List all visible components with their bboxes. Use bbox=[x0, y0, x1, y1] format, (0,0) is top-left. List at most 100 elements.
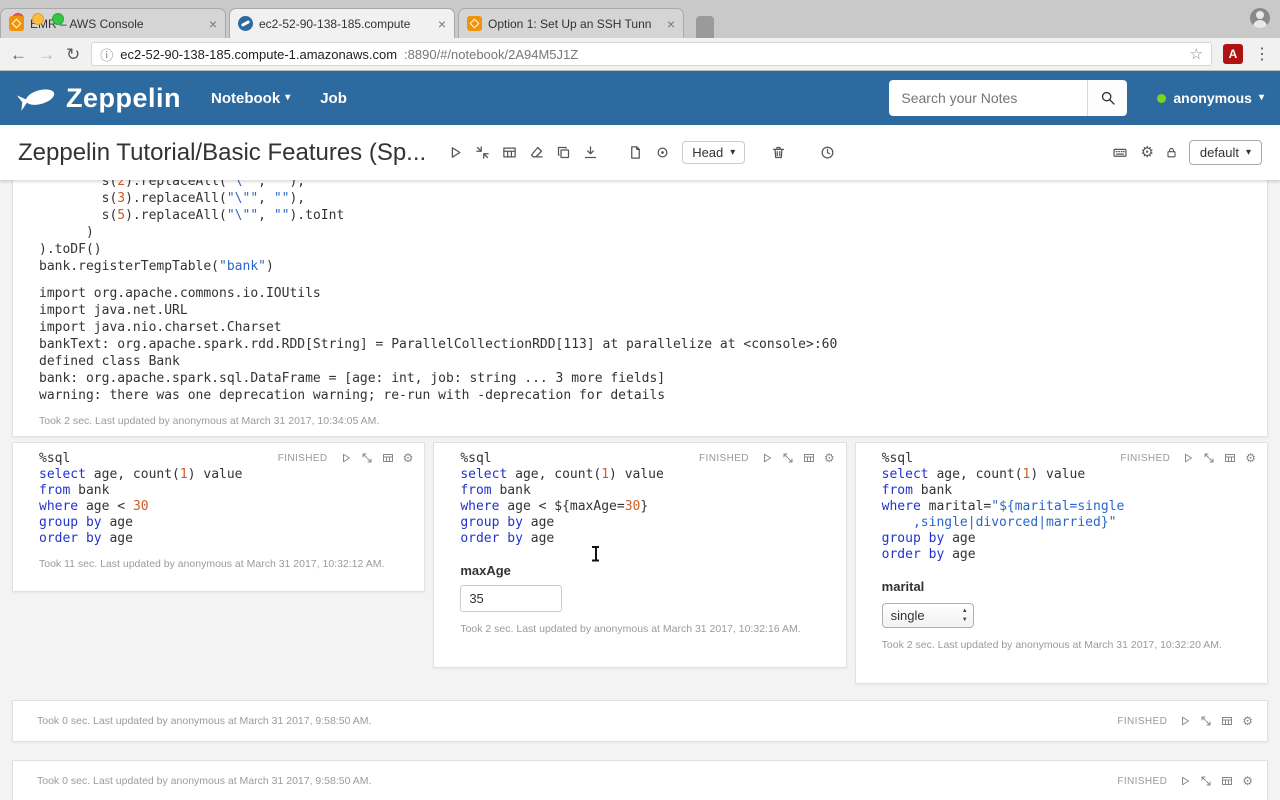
paragraph-sql-age: FINISHED ⚙ %sqlselect age, count(1) valu… bbox=[12, 442, 425, 592]
job-menu[interactable]: Job bbox=[320, 90, 347, 107]
toggle-editor-button[interactable] bbox=[382, 452, 394, 464]
paragraph-controls: FINISHED ⚙ bbox=[1120, 452, 1256, 464]
close-tab-icon[interactable]: × bbox=[667, 17, 675, 31]
note-action-group bbox=[448, 145, 598, 160]
expand-paragraph-button[interactable] bbox=[1200, 715, 1212, 727]
search-icon bbox=[1100, 90, 1116, 106]
new-tab-button[interactable] bbox=[696, 16, 714, 38]
run-paragraph-button[interactable] bbox=[340, 452, 352, 464]
cron-scheduler-button[interactable] bbox=[820, 145, 835, 160]
paragraph-settings-gear-icon[interactable]: ⚙ bbox=[1242, 775, 1253, 787]
toggle-editor-button[interactable] bbox=[1224, 452, 1236, 464]
bookmark-star-icon[interactable]: ☆ bbox=[1190, 45, 1203, 63]
revision-dropdown[interactable]: Head ▾ bbox=[682, 141, 745, 164]
export-note-button[interactable] bbox=[583, 145, 598, 160]
keyboard-shortcuts-button[interactable] bbox=[1111, 145, 1129, 160]
address-bar[interactable]: ⓘ ec2-52-90-138-185.compute-1.amazonaws.… bbox=[91, 42, 1212, 66]
username: anonymous bbox=[1173, 90, 1252, 106]
toggle-editor-button[interactable] bbox=[1221, 715, 1233, 727]
page-info-icon[interactable]: ⓘ bbox=[100, 45, 113, 64]
paragraph-footer: Took 2 sec. Last updated by anonymous at… bbox=[460, 623, 835, 635]
forward-icon[interactable]: → bbox=[38, 46, 55, 63]
display-mode-dropdown[interactable]: default ▾ bbox=[1189, 140, 1262, 165]
zeppelin-logo[interactable]: Zeppelin bbox=[16, 83, 181, 114]
paragraph-editor[interactable]: %sqlselect age, count(1) valuefrom bankw… bbox=[460, 451, 835, 547]
paragraph-settings-gear-icon[interactable]: ⚙ bbox=[1245, 452, 1256, 464]
aws-favicon-icon bbox=[9, 16, 24, 31]
revision-compare-button[interactable] bbox=[655, 145, 670, 160]
tab-title: Option 1: Set Up an SSH Tunn bbox=[488, 17, 661, 31]
move-to-trash-button[interactable] bbox=[771, 145, 786, 160]
browser-tab-zeppelin[interactable]: ec2-52-90-138-185.compute × bbox=[229, 8, 455, 38]
window-zoom-button[interactable] bbox=[52, 13, 64, 25]
aws-favicon-icon bbox=[467, 16, 482, 31]
close-tab-icon[interactable]: × bbox=[438, 17, 446, 31]
window-minimize-button[interactable] bbox=[32, 13, 44, 25]
run-paragraph-button[interactable] bbox=[761, 452, 773, 464]
note-title[interactable]: Zeppelin Tutorial/Basic Features (Sp... bbox=[18, 139, 426, 167]
search-button[interactable] bbox=[1087, 80, 1127, 116]
paragraph-settings-gear-icon[interactable]: ⚙ bbox=[1242, 715, 1253, 727]
run-paragraph-button[interactable] bbox=[1179, 715, 1191, 727]
note-search bbox=[889, 80, 1127, 116]
form-label: maxAge bbox=[460, 563, 835, 578]
clear-output-button[interactable] bbox=[529, 145, 544, 160]
chevron-down-icon: ▾ bbox=[285, 93, 290, 103]
toggle-code-button[interactable] bbox=[475, 145, 490, 160]
paragraph-settings-gear-icon[interactable]: ⚙ bbox=[824, 452, 835, 464]
close-tab-icon[interactable]: × bbox=[209, 17, 217, 31]
maxage-input[interactable] bbox=[460, 585, 562, 612]
paragraph-row: FINISHED ⚙ %sqlselect age, count(1) valu… bbox=[12, 442, 1268, 684]
chevron-down-icon: ▾ bbox=[730, 148, 735, 158]
paragraph-controls: FINISHED ⚙ bbox=[699, 452, 835, 464]
paragraph-controls: FINISHED ⚙ bbox=[1117, 715, 1253, 727]
toggle-output-button[interactable] bbox=[502, 145, 517, 160]
paragraph-editor[interactable]: %sqlselect age, count(1) valuefrom bankw… bbox=[882, 451, 1257, 563]
zeppelin-blimp-icon bbox=[16, 83, 58, 113]
run-paragraph-button[interactable] bbox=[1182, 452, 1194, 464]
user-menu[interactable]: anonymous ▾ bbox=[1157, 90, 1264, 106]
url-path: :8890/#/notebook/2A94M5J1Z bbox=[404, 47, 578, 62]
browser-toolbar: ← → ↻ ⓘ ec2-52-90-138-185.compute-1.amaz… bbox=[0, 38, 1280, 71]
expand-paragraph-button[interactable] bbox=[1200, 775, 1212, 787]
note-permissions-lock-icon[interactable] bbox=[1165, 145, 1178, 160]
paragraph-footer: Took 2 sec. Last updated by anonymous at… bbox=[882, 639, 1257, 651]
notebook-menu[interactable]: Notebook ▾ bbox=[211, 90, 290, 107]
expand-paragraph-button[interactable] bbox=[1203, 452, 1215, 464]
note-settings-group: ⚙ default ▾ bbox=[1111, 140, 1262, 165]
browser-profile-icon[interactable] bbox=[1250, 8, 1270, 28]
back-icon[interactable]: ← bbox=[10, 46, 27, 63]
text-cursor bbox=[591, 546, 600, 561]
tab-title: ec2-52-90-138-185.compute bbox=[259, 17, 432, 31]
revision-group: Head ▾ bbox=[628, 141, 835, 164]
paragraph-editor[interactable]: s(2).replaceAll("\"", ""), s(3).replaceA… bbox=[39, 180, 1255, 275]
adobe-extension-icon[interactable]: A bbox=[1223, 44, 1243, 64]
paragraph-footer: Took 0 sec. Last updated by anonymous at… bbox=[37, 715, 371, 727]
selected-option: single bbox=[891, 608, 925, 623]
paragraph-editor[interactable]: %sqlselect age, count(1) valuefrom bankw… bbox=[39, 451, 414, 547]
browser-menu-icon[interactable]: ⋮ bbox=[1254, 44, 1270, 64]
paragraph-collapsed-1: Took 0 sec. Last updated by anonymous at… bbox=[12, 700, 1268, 742]
search-input[interactable] bbox=[889, 80, 1087, 116]
run-paragraph-button[interactable] bbox=[1179, 775, 1191, 787]
expand-paragraph-button[interactable] bbox=[782, 452, 794, 464]
expand-paragraph-button[interactable] bbox=[361, 452, 373, 464]
paragraph-collapsed-2: Took 0 sec. Last updated by anonymous at… bbox=[12, 760, 1268, 800]
commit-version-button[interactable] bbox=[628, 145, 643, 160]
clone-note-button[interactable] bbox=[556, 145, 571, 160]
run-all-paragraphs-button[interactable] bbox=[448, 145, 463, 160]
paragraph-settings-gear-icon[interactable]: ⚙ bbox=[403, 452, 414, 464]
status-badge: FINISHED bbox=[699, 453, 749, 464]
interpreter-binding-gear-icon[interactable]: ⚙ bbox=[1140, 145, 1153, 160]
marital-select[interactable]: single ▲▼ bbox=[882, 603, 974, 628]
refresh-icon[interactable]: ↻ bbox=[66, 46, 80, 63]
connection-status-icon bbox=[1157, 94, 1166, 103]
paragraph-footer: Took 2 sec. Last updated by anonymous at… bbox=[39, 415, 1255, 427]
toggle-editor-button[interactable] bbox=[803, 452, 815, 464]
url-host: ec2-52-90-138-185.compute-1.amazonaws.co… bbox=[120, 47, 397, 62]
paragraph-footer: Took 11 sec. Last updated by anonymous a… bbox=[39, 558, 414, 570]
note-toolbar: Zeppelin Tutorial/Basic Features (Sp... … bbox=[0, 125, 1280, 180]
browser-tab-ssh-tunnel[interactable]: Option 1: Set Up an SSH Tunn × bbox=[458, 8, 684, 38]
toggle-editor-button[interactable] bbox=[1221, 775, 1233, 787]
paragraph-scala: s(2).replaceAll("\"", ""), s(3).replaceA… bbox=[12, 180, 1268, 437]
